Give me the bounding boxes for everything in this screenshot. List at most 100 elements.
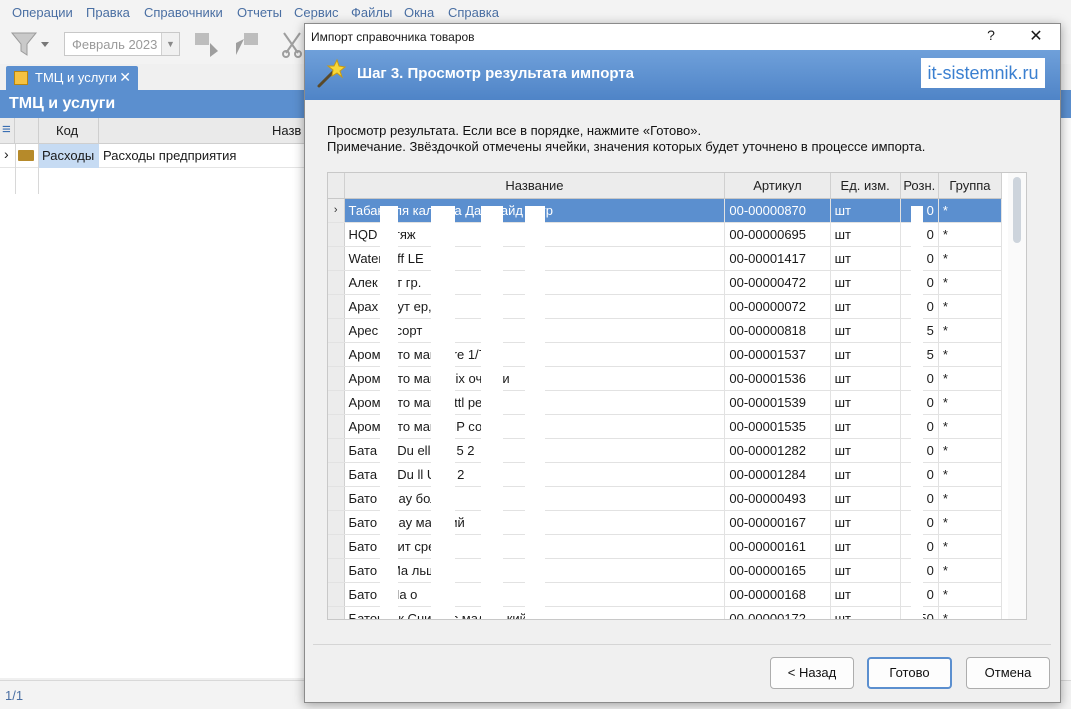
column-article[interactable]: Артикул: [724, 173, 831, 199]
cell-group[interactable]: *: [938, 390, 1003, 415]
move-up-icon[interactable]: [232, 29, 262, 59]
cell-article[interactable]: 00-00000072: [724, 294, 831, 319]
cell-article[interactable]: 00-00000818: [724, 318, 831, 343]
period-selector[interactable]: Февраль 2023 ▼: [64, 32, 180, 56]
cell-article[interactable]: 00-00000472: [724, 270, 831, 295]
cell-article[interactable]: 00-00000695: [724, 222, 831, 247]
cell-article[interactable]: 00-00001536: [724, 366, 831, 391]
cell-unit[interactable]: шт: [830, 390, 901, 415]
close-tab-icon[interactable]: ✕: [119, 69, 131, 86]
cell-article[interactable]: 00-00001417: [724, 246, 831, 271]
cell-unit[interactable]: шт: [830, 510, 901, 535]
cell-unit[interactable]: шт: [830, 414, 901, 439]
cell-group[interactable]: *: [938, 414, 1003, 439]
menu-service[interactable]: Сервис: [294, 5, 339, 20]
cell-unit[interactable]: шт: [830, 318, 901, 343]
move-down-icon[interactable]: [192, 29, 222, 59]
menu-directories[interactable]: Справочники: [144, 5, 223, 20]
column-code[interactable]: Код: [39, 118, 99, 144]
cell-article[interactable]: 00-00000870: [724, 198, 831, 223]
cell-unit[interactable]: шт: [830, 246, 901, 271]
column-unit[interactable]: Ед. изм.: [830, 173, 901, 199]
tab-goods-services[interactable]: ТМЦ и услуги ✕: [6, 66, 138, 90]
cell-group[interactable]: *: [938, 294, 1003, 319]
cell-unit[interactable]: шт: [830, 438, 901, 463]
cell-group[interactable]: *: [938, 534, 1003, 559]
table-row[interactable]: Аром зато маш VIP сорти 00-00001535 шт 0 *: [328, 414, 1003, 439]
column-price[interactable]: Розн.: [900, 173, 939, 199]
table-row[interactable]: Алек лит гр.00-00000472шт0*: [328, 270, 1003, 295]
table-row[interactable]: Аром зато маш Are 1/777 00-00001537 шт 5 *: [328, 342, 1003, 367]
menu-windows[interactable]: Окна: [404, 5, 434, 20]
cell-unit[interactable]: шт: [830, 366, 901, 391]
cell-group[interactable]: *: [938, 582, 1003, 607]
table-row[interactable]: ›Табак для кальяна Дарксайд 30гр00-00000…: [328, 198, 1003, 223]
cell-article[interactable]: 00-00000168: [724, 582, 831, 607]
cell-group[interactable]: *: [938, 318, 1003, 343]
table-row[interactable]: Батончик Сникерс маленький00-00000172шт5…: [328, 606, 1003, 619]
cell-unit[interactable]: шт: [830, 222, 901, 247]
cell-group[interactable]: *: [938, 486, 1003, 511]
table-row[interactable]: Бата ки Du ell CR 5 2 00-00001282 шт 0 *: [328, 438, 1003, 463]
cell-article[interactable]: 00-00001282: [724, 438, 831, 463]
table-row[interactable]: Аром зато маш Elix очонки 00-00001536 шт 0 *: [328, 366, 1003, 391]
menu-help[interactable]: Справка: [448, 5, 499, 20]
table-row[interactable]: Бато к Кит сред00-00000161шт0*: [328, 534, 1003, 559]
cell-unit[interactable]: шт: [830, 582, 901, 607]
cell-unit[interactable]: шт: [830, 534, 901, 559]
cell-group[interactable]: *: [938, 246, 1003, 271]
cancel-button[interactable]: Отмена: [966, 657, 1050, 689]
cell-group[interactable]: *: [938, 438, 1003, 463]
table-row[interactable]: Бата ки Du ll Ult A 2 00-00001284 шт 0 *: [328, 462, 1003, 487]
cell-unit[interactable]: шт: [830, 270, 901, 295]
menu-edit[interactable]: Правка: [86, 5, 130, 20]
cell-article[interactable]: 00-00001284: [724, 462, 831, 487]
menu-operations[interactable]: Операции: [12, 5, 73, 20]
done-button[interactable]: Готово: [867, 657, 952, 689]
cell-unit[interactable]: шт: [830, 462, 901, 487]
menu-reports[interactable]: Отчеты: [237, 5, 282, 20]
cell-group[interactable]: *: [938, 222, 1003, 247]
cell-article[interactable]: 00-00000165: [724, 558, 831, 583]
columns-menu-icon[interactable]: ≡: [2, 121, 11, 138]
vertical-scrollbar[interactable]: [1008, 173, 1026, 619]
back-button[interactable]: < Назад: [770, 657, 854, 689]
table-row[interactable]: Бато к Ма льш00-00000165шт0*: [328, 558, 1003, 583]
close-button[interactable]: ✕: [1021, 26, 1051, 48]
cell-article[interactable]: 00-00000167: [724, 510, 831, 535]
table-row[interactable]: Бато к Бау боль00-00000493шт0*: [328, 486, 1003, 511]
cell-unit[interactable]: шт: [830, 198, 901, 223]
cell-group[interactable]: *: [938, 270, 1003, 295]
table-row[interactable]: Бато к Бау мале ий 00-00000167 шт 0 *: [328, 510, 1003, 535]
menu-files[interactable]: Файлы: [351, 5, 392, 20]
help-button[interactable]: ?: [979, 27, 1003, 47]
column-group[interactable]: Группа: [938, 173, 1003, 199]
cell-unit[interactable]: шт: [830, 486, 901, 511]
cell-unit[interactable]: шт: [830, 558, 901, 583]
filter-icon[interactable]: [10, 30, 52, 58]
cell-group[interactable]: *: [938, 606, 1003, 619]
cell-group[interactable]: *: [938, 198, 1003, 223]
cell-article[interactable]: 00-00001535: [724, 414, 831, 439]
scrollbar-thumb[interactable]: [1013, 177, 1021, 243]
table-row[interactable]: Аром зато маш Littl pe 00-00001539 шт 0 *: [328, 390, 1003, 415]
table-row[interactable]: Waterpuff LE 00-00001417 шт 1 0 *: [328, 246, 1003, 271]
column-name[interactable]: Название: [344, 173, 726, 199]
cell-group[interactable]: *: [938, 510, 1003, 535]
cell-unit[interactable]: шт: [830, 606, 901, 619]
cell-group[interactable]: *: [938, 558, 1003, 583]
table-row[interactable]: Арес ассорт 00-00000818 шт 5 *: [328, 318, 1003, 343]
cell-unit[interactable]: шт: [830, 342, 901, 367]
cell-article[interactable]: 00-00001539: [724, 390, 831, 415]
cell-article[interactable]: 00-00000493: [724, 486, 831, 511]
cell-unit[interactable]: шт: [830, 294, 901, 319]
table-row[interactable]: Бато к На о00-00000168шт0*: [328, 582, 1003, 607]
table-row[interactable]: HQD затяж 00-00000695 шт 0 *: [328, 222, 1003, 247]
cell-article[interactable]: 00-00001537: [724, 342, 831, 367]
table-row[interactable]: Арах Хрут ер, 100-00000072шт0*: [328, 294, 1003, 319]
cell-group[interactable]: *: [938, 462, 1003, 487]
cell-group[interactable]: *: [938, 342, 1003, 367]
chevron-down-icon[interactable]: ▼: [161, 33, 179, 55]
cell-article[interactable]: 00-00000161: [724, 534, 831, 559]
cell-article[interactable]: 00-00000172: [724, 606, 831, 619]
